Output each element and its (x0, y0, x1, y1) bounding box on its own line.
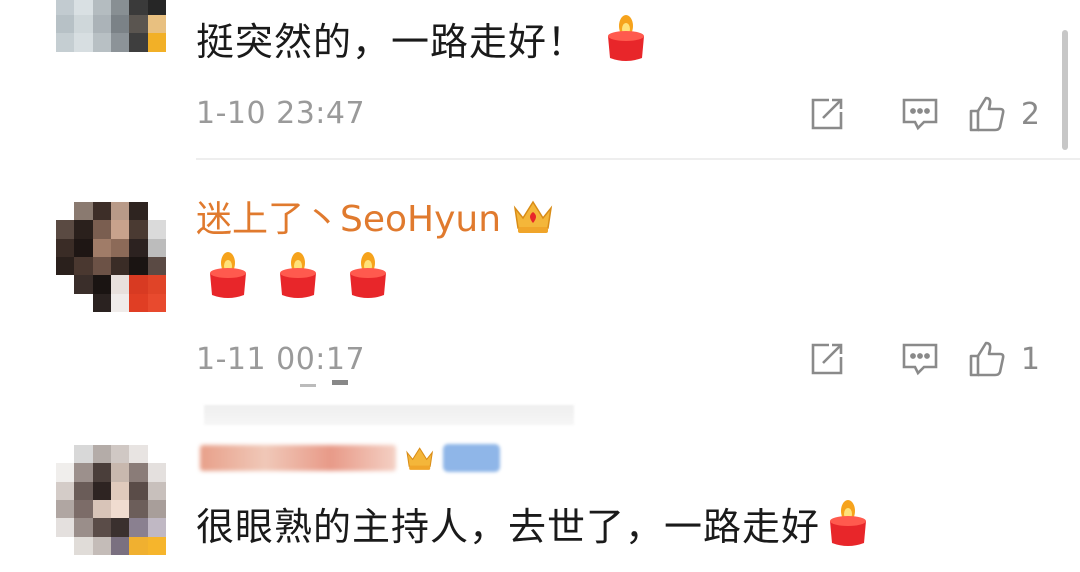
comment-username-blurred[interactable] (200, 441, 500, 475)
comment-text (196, 244, 390, 306)
avatar[interactable] (56, 445, 166, 555)
candle-emoji-icon (830, 500, 867, 546)
comment-icon (903, 98, 938, 131)
divider-mark (300, 384, 316, 387)
avatar[interactable] (56, 202, 166, 312)
user-badge (443, 444, 500, 472)
comment-icon (903, 343, 938, 376)
share-icon (812, 343, 843, 375)
divider-mark (332, 380, 348, 385)
comment-item: 很眼熟的主持人，去世了，一路走好 (0, 425, 1080, 572)
username-text[interactable]: 迷上了丶SeoHyun (196, 190, 501, 242)
comment-actions: 2 (781, 90, 1040, 138)
candle-emoji-icon (280, 252, 316, 298)
forward-button[interactable] (781, 90, 874, 138)
like-button[interactable]: 2 (967, 90, 1040, 138)
comment-item: 迷上了丶SeoHyun 1-11 00:17 1 (0, 160, 1080, 405)
thumbs-up-icon (969, 341, 1005, 377)
share-icon (812, 98, 843, 130)
thumbs-up-icon (969, 96, 1005, 132)
like-count: 1 (1020, 341, 1040, 377)
comment-timestamp: 1-11 00:17 (196, 342, 366, 377)
reply-button[interactable] (874, 335, 967, 383)
comment-text-body: 挺突然的，一路走好！ (196, 19, 587, 64)
comment-timestamp: 1-10 23:47 (196, 96, 366, 131)
scrollbar[interactable] (1062, 30, 1068, 150)
avatar[interactable] (56, 0, 166, 70)
like-count: 2 (1020, 96, 1040, 132)
comment-text: 挺突然的，一路走好！ (196, 8, 648, 68)
comment-text-body: 很眼熟的主持人，去世了，一路走好 (196, 504, 821, 549)
comment-item: 挺突然的，一路走好！ 1-10 23:47 2 (0, 0, 1080, 160)
reply-button[interactable] (874, 90, 967, 138)
candle-emoji-icon (608, 15, 645, 61)
crown-icon (513, 200, 553, 233)
forward-button[interactable] (781, 335, 874, 383)
comment-username[interactable]: 迷上了丶SeoHyun (196, 192, 555, 240)
username-redacted (200, 445, 396, 471)
reply-preview-bar[interactable] (204, 405, 574, 425)
crown-icon (406, 447, 433, 470)
candle-emoji-icon (210, 252, 246, 298)
comment-text: 很眼熟的主持人，去世了，一路走好 (196, 493, 870, 553)
candle-emoji-icon (350, 252, 386, 298)
comment-actions: 1 (781, 335, 1040, 383)
like-button[interactable]: 1 (967, 335, 1040, 383)
